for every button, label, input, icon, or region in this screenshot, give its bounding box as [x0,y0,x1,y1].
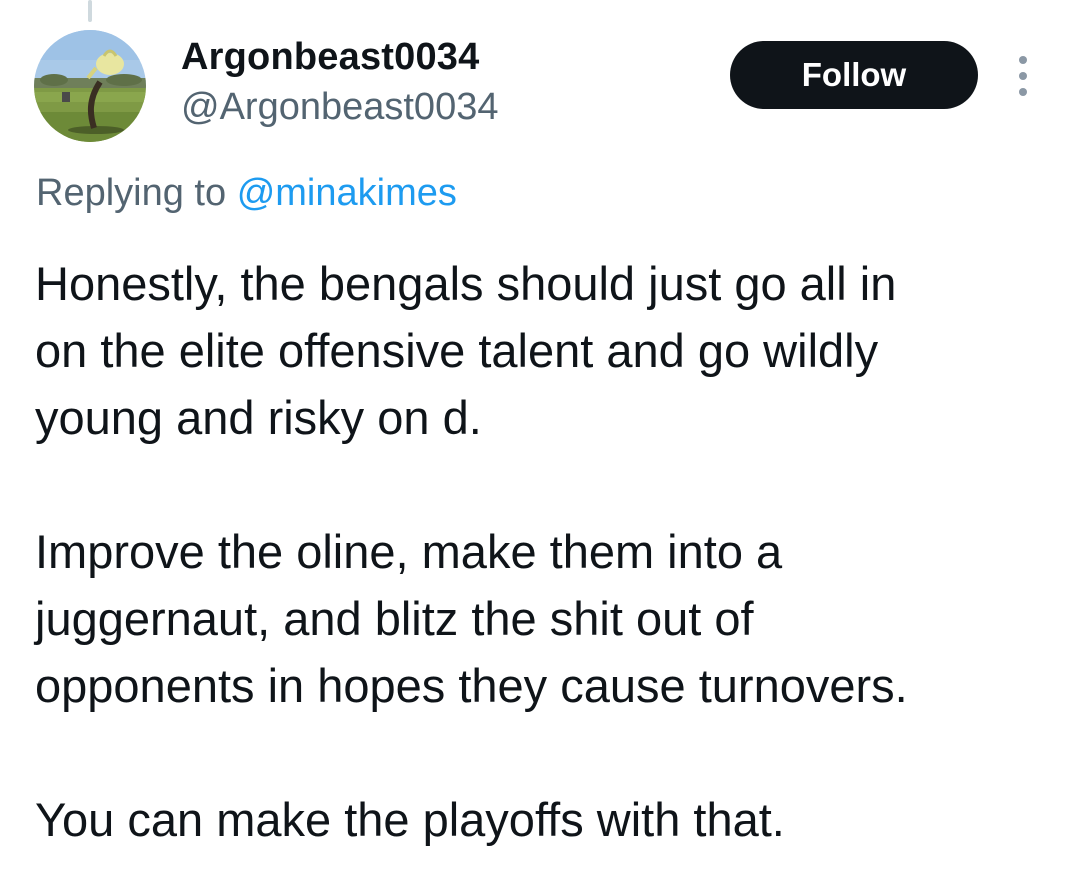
more-dot [1019,88,1027,96]
tweet-paragraph-2: Improve the oline, make them into a jugg… [35,525,908,712]
more-dot [1019,72,1027,80]
tweet-paragraph-1: Honestly, the bengals should just go all… [35,257,897,444]
replying-to-mention-link[interactable]: @minakimes [237,172,457,214]
follow-button[interactable]: Follow [730,41,978,109]
replying-to-label: Replying to [36,172,227,214]
more-dot [1019,56,1027,64]
tweet-paragraph-3: You can make the playoffs with that. [35,793,785,846]
avatar[interactable] [34,30,146,142]
tweet-text: Honestly, the bengals should just go all… [35,250,1055,853]
replying-to-line: Replying to @minakimes [36,172,457,215]
author-display-name[interactable]: Argonbeast0034 [181,36,479,79]
more-vertical-icon[interactable] [1010,56,1036,96]
author-handle[interactable]: @Argonbeast0034 [181,86,498,129]
thread-connector-line [88,0,92,22]
profile-picture-icon [34,30,146,142]
